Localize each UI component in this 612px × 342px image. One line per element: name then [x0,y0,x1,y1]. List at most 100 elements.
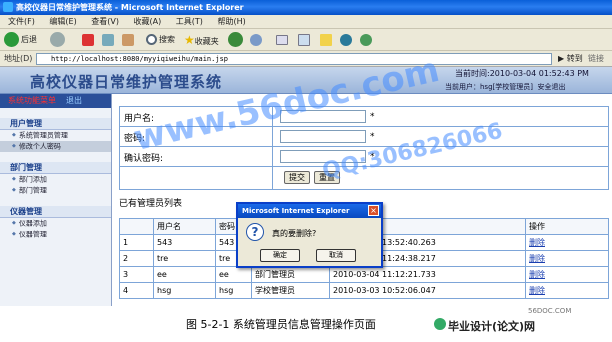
dialog-ok-button[interactable]: 确定 [260,249,300,262]
main-content: 用户名: * 密码: * 确认密码: * 提交 重置 已有管理员列表 用户名 密 [113,94,612,306]
sidebar-item-instrument-manage[interactable]: 仪器管理 [0,229,111,240]
favorites-button[interactable]: ★收藏夹 [184,32,219,48]
col-header-username: 用户名 [153,218,216,235]
menu-file[interactable]: 文件(F) [8,17,35,26]
brand-name: 毕业设计(论文)网 [448,320,536,333]
logout-link[interactable]: 安全退出 [537,83,565,91]
search-label: 搜索 [159,35,175,44]
sidebar-item-instrument-add[interactable]: 仪器添加 [0,218,111,229]
edit-button[interactable] [320,32,334,48]
menu-edit[interactable]: 编辑(E) [49,17,76,26]
menu-help[interactable]: 帮助(H) [217,17,245,26]
star-icon: ★ [184,33,195,47]
address-input[interactable]: http://localhost:8080/myyiqiweihu/main.j… [36,53,552,65]
refresh-icon [102,33,114,46]
cell-action: 删除 [525,266,609,283]
confirm-password-field[interactable] [280,150,366,163]
current-user-text: 当前用户：hsg[学校管理员] [445,83,533,91]
cell-role: 学校管理员 [251,282,330,299]
media-button[interactable] [228,32,245,48]
exit-link[interactable]: 退出 [66,96,82,105]
confirm-dialog: Microsoft Internet Explorer × ? 真的要删除? 确… [236,202,383,268]
cell-action: 删除 [525,250,609,267]
form-row-buttons: 提交 重置 [120,167,608,189]
dialog-cancel-button[interactable]: 取消 [316,249,356,262]
delete-link[interactable]: 删除 [529,254,545,263]
cell-index: 4 [119,282,154,299]
menu-tools[interactable]: 工具(T) [176,17,203,26]
reset-button[interactable]: 重置 [314,171,340,184]
admin-form: 用户名: * 密码: * 确认密码: * 提交 重置 [119,106,609,190]
address-bar: 地址(D) http://localhost:8080/myyiqiweihu/… [0,51,612,67]
col-header-index [119,218,154,235]
figure-caption-area: 图 5-2-1 系统管理员信息管理操作页面 56DOC.COM 毕业设计(论文)… [0,306,612,342]
nav-group-departments: 部门管理 部门添加 部门管理 [0,162,111,196]
nav-group-instruments: 仪器管理 仪器添加 仪器管理 [0,206,111,240]
cell-index: 3 [119,266,154,283]
brand-logo-icon [434,318,446,330]
cell-username: hsg [153,282,216,299]
sidebar-item-dept-add[interactable]: 部门添加 [0,174,111,185]
home-button[interactable] [122,32,136,48]
links-button[interactable]: 链接 [588,51,604,67]
submit-button[interactable]: 提交 [284,171,310,184]
sidebar-header-label: 系统功能菜单 [8,96,56,105]
required-mark: * [370,132,375,142]
delete-link[interactable]: 删除 [529,238,545,247]
cell-index: 2 [119,250,154,267]
menu-bar: 文件(F) 编辑(E) 查看(V) 收藏(A) 工具(T) 帮助(H) [0,15,612,29]
cell-role: 部门管理员 [251,266,330,283]
folder-icon [320,33,332,46]
extra-button[interactable] [360,32,374,48]
form-divider [272,127,273,146]
form-row-username: 用户名: * [120,107,608,127]
question-icon: ? [246,223,264,241]
nav-group-title: 仪器管理 [0,206,111,218]
admin-list-title: 已有管理员列表 [119,199,183,209]
forward-button[interactable] [50,32,67,48]
print-button[interactable] [298,32,312,48]
col-header-action: 操作 [525,218,609,235]
username-field[interactable] [280,110,366,123]
cell-index: 1 [119,234,154,251]
people-icon [360,33,372,46]
site-name: 56DOC.COM [528,307,572,315]
history-icon [250,33,262,46]
history-button[interactable] [250,32,264,48]
sidebar-item-dept-manage[interactable]: 部门管理 [0,185,111,196]
cell-password: ee [215,266,252,283]
current-user: 当前用户：hsg[学校管理员] 安全退出 [445,82,565,92]
delete-link[interactable]: 删除 [529,286,545,295]
mail-icon [276,34,288,45]
menu-view[interactable]: 查看(V) [91,17,119,26]
messenger-button[interactable] [340,32,354,48]
system-title: 高校仪器日常维护管理系统 [30,73,223,91]
confirm-password-label: 确认密码: [124,154,164,164]
back-label: 后退 [21,35,37,44]
go-label: 转到 [566,54,583,63]
cell-username: 543 [153,234,216,251]
cell-username: ee [153,266,216,283]
stop-button[interactable] [82,32,96,48]
sidebar-item-admin-manage[interactable]: 系统管理员管理 [0,130,111,141]
search-button[interactable]: 搜索 [146,32,175,48]
dialog-close-button[interactable]: × [368,205,379,216]
sidebar: 系统功能菜单 退出 用户管理 系统管理员管理 修改个人密码 部门管理 部门添加 部… [0,94,112,306]
required-mark: * [370,112,375,122]
messenger-icon [340,33,352,46]
go-button[interactable]: ▶ 转到 [558,51,583,67]
password-field[interactable] [280,130,366,143]
mail-button[interactable] [276,32,290,48]
current-time: 当前时间:2010-03-04 01:52:43 PM [455,69,589,78]
page-banner: 高校仪器日常维护管理系统 当前时间:2010-03-04 01:52:43 PM… [0,67,612,94]
stop-icon [82,33,94,46]
table-row: 4 hsg hsg 学校管理员 2010-03-03 10:52:06.047 … [119,282,609,299]
sidebar-item-change-password[interactable]: 修改个人密码 [0,141,111,152]
refresh-button[interactable] [102,32,116,48]
menu-favorites[interactable]: 收藏(A) [134,17,162,26]
form-divider [272,107,273,126]
back-button[interactable]: 后退 [4,32,37,48]
delete-link[interactable]: 删除 [529,270,545,279]
address-url: http://localhost:8080/myyiqiweihu/main.j… [51,55,229,63]
figure-caption: 图 5-2-1 系统管理员信息管理操作页面 [186,318,376,331]
